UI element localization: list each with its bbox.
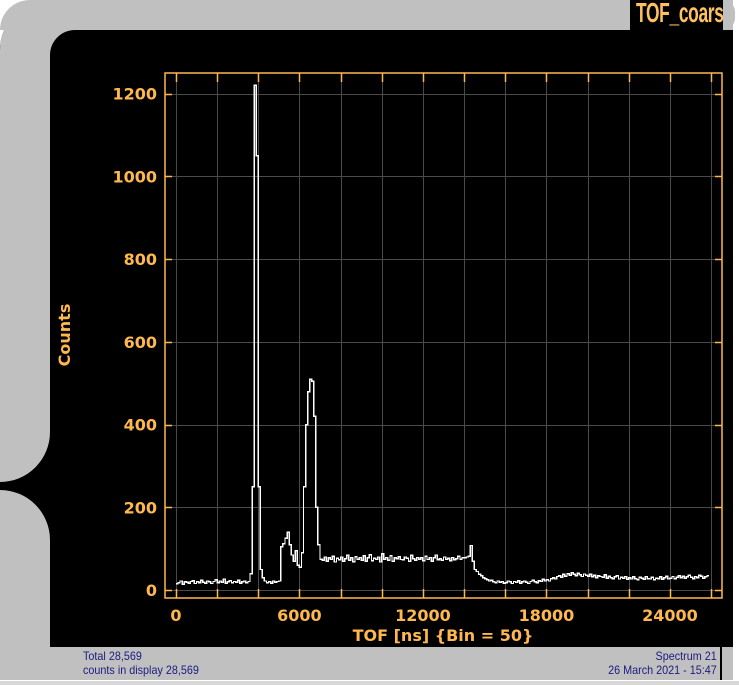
x-tick-label: 18000	[519, 606, 575, 625]
x-tick-label: 0	[170, 606, 181, 625]
spectrum-number: Spectrum 21	[655, 649, 717, 663]
y-axis-label: Counts	[55, 304, 74, 367]
x-axis-label: TOF [ns] {Bin = 50}	[353, 626, 534, 645]
footer-right: Spectrum 21 26 March 2021 - 15:47	[608, 649, 717, 677]
counts-in-display: counts in display 28,569	[83, 663, 199, 677]
y-tick-label: 400	[124, 416, 157, 435]
footer-left: Total 28,569 counts in display 28,569	[83, 649, 199, 677]
x-tick-label: 6000	[277, 606, 322, 625]
y-tick-label: 1000	[112, 167, 157, 186]
footer-divider	[720, 647, 722, 680]
spectrum-window: TOF_coarse 06000120001800024000 02004006…	[0, 0, 739, 685]
y-tick-labels: 0 200 400 600 800 1000 1200	[112, 85, 157, 600]
axis-ticks	[165, 73, 722, 598]
total-counts: Total 28,569	[83, 649, 142, 663]
y-tick-label: 600	[124, 333, 157, 352]
x-tick-labels: 0 6000 12000 18000 24000	[170, 606, 697, 625]
y-tick-label: 800	[124, 250, 157, 269]
plot-frame	[164, 72, 723, 599]
y-tick-label: 200	[124, 498, 157, 517]
spectrum-datetime: 26 March 2021 - 15:47	[608, 663, 717, 677]
x-tick-label: 24000	[642, 606, 698, 625]
x-tick-label: 12000	[395, 606, 451, 625]
y-tick-label: 0	[146, 581, 157, 600]
y-tick-label: 1200	[112, 85, 157, 104]
grid	[165, 73, 722, 598]
spectrum-chart[interactable]: 0 6000 12000 18000 24000 0 200 400 600 800 1000 12…	[0, 0, 739, 685]
